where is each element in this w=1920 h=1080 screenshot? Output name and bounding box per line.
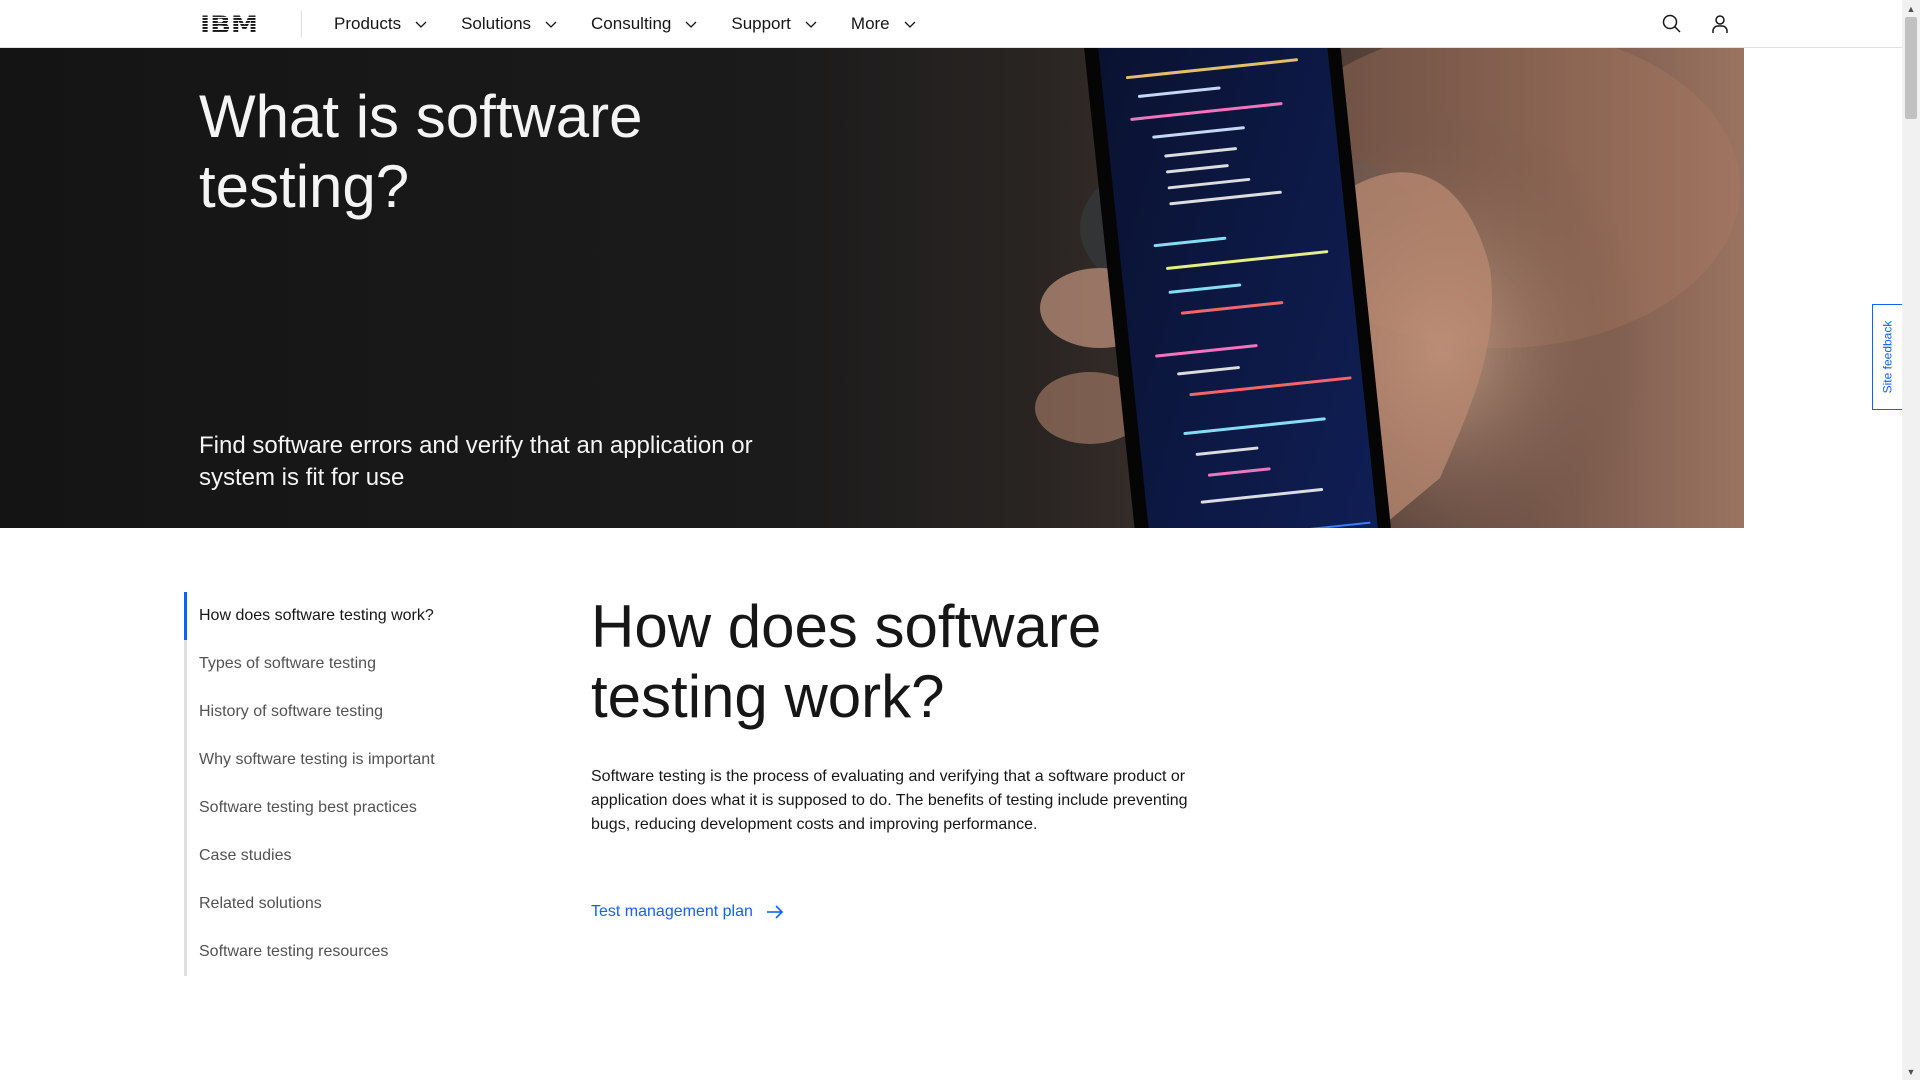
toc-item-best-practices[interactable]: Software testing best practices: [187, 784, 524, 832]
nav-more-label: More: [850, 14, 890, 33]
ibm-logo-icon: IBM: [200, 12, 258, 36]
ibm-logo[interactable]: IBM: [200, 12, 260, 36]
nav-solutions-label: Solutions: [461, 14, 532, 33]
toc-item-history[interactable]: History of software testing: [187, 688, 524, 736]
nav-consulting-label: Consulting: [591, 14, 672, 33]
site-feedback-label: Site feedback: [1880, 320, 1895, 394]
toc-item-resources[interactable]: Software testing resources: [187, 928, 524, 976]
toc-item-related-solutions[interactable]: Related solutions: [187, 880, 524, 928]
user-profile-button[interactable]: [1708, 12, 1732, 36]
chevron-down-icon: [904, 21, 916, 28]
hero-right-gutter: [1744, 48, 1902, 528]
chevron-down-icon: [545, 21, 557, 28]
test-management-plan-label: Test management plan: [591, 903, 753, 920]
nav-support[interactable]: Support: [715, 0, 835, 48]
hero-banner: What is software testing? Find software …: [0, 48, 1744, 528]
nav-solutions[interactable]: Solutions: [445, 0, 575, 48]
site-feedback-tab[interactable]: Site feedback: [1872, 304, 1902, 410]
nav-consulting[interactable]: Consulting: [575, 0, 715, 48]
table-of-contents: How does software testing work? Types of…: [184, 592, 524, 976]
search-icon: [1662, 14, 1681, 33]
vertical-scrollbar[interactable]: ▲ ▼: [1902, 0, 1920, 1080]
page: IBM Products Solutions Consulting Suppor…: [0, 0, 1902, 1080]
nav-products[interactable]: Products: [318, 0, 445, 48]
section-heading: How does software testing work?: [591, 593, 1102, 730]
chevron-down-icon: [415, 21, 427, 28]
arrow-right-icon: [766, 905, 784, 919]
chevron-down-icon: [805, 21, 817, 28]
hero-subtitle: Find software errors and verify that an …: [199, 432, 753, 491]
toc-item-how-it-works[interactable]: How does software testing work?: [184, 592, 524, 640]
toc-item-types[interactable]: Types of software testing: [187, 640, 524, 688]
masthead: IBM Products Solutions Consulting Suppor…: [0, 0, 1902, 48]
scrollbar-thumb[interactable]: [1905, 17, 1917, 119]
page-title: What is software testing?: [199, 83, 643, 220]
chevron-down-icon: [685, 21, 697, 28]
nav-support-label: Support: [731, 14, 791, 33]
svg-text:IBM: IBM: [200, 12, 258, 36]
nav-products-label: Products: [334, 14, 402, 33]
user-icon: [1712, 15, 1728, 33]
masthead-nav: Products Solutions Consulting Support Mo…: [318, 0, 934, 48]
scroll-down-arrow-icon[interactable]: ▼: [1902, 1063, 1920, 1080]
test-management-plan-link[interactable]: Test management plan: [591, 902, 785, 922]
toc-item-importance[interactable]: Why software testing is important: [187, 736, 524, 784]
scroll-up-arrow-icon[interactable]: ▲: [1902, 0, 1920, 17]
search-button[interactable]: [1660, 12, 1684, 36]
masthead-divider: [301, 10, 302, 38]
nav-more[interactable]: More: [835, 0, 934, 48]
browser-viewport: IBM Products Solutions Consulting Suppor…: [0, 0, 1920, 1080]
toc-item-case-studies[interactable]: Case studies: [187, 832, 524, 880]
section-body: Software testing is the process of evalu…: [591, 768, 1188, 833]
